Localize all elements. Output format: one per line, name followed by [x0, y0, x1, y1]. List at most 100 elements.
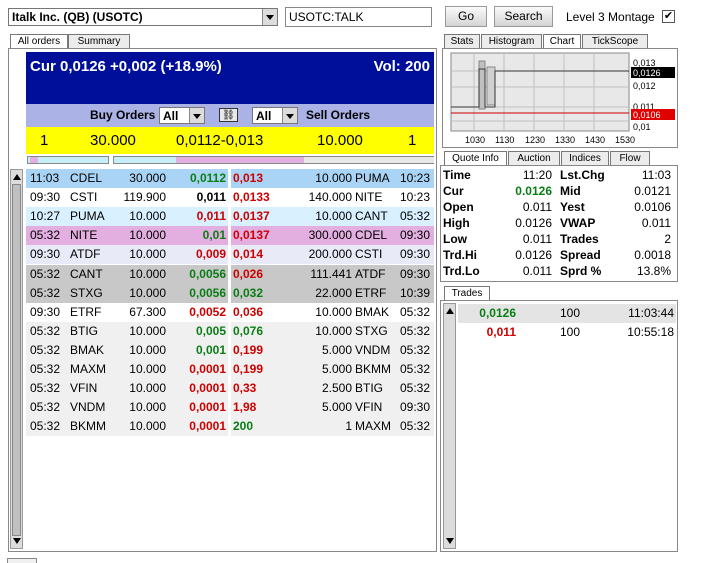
chevron-down-icon[interactable] [262, 9, 277, 25]
trade-row[interactable]: 0,0126 100 11:03:44 [458, 304, 676, 323]
buy-order-row[interactable]: 09:30 ATDF 10.000 0,009 [26, 245, 228, 265]
sell-order-row[interactable]: 0,199 5.000 VNDM 05:32 [231, 340, 434, 360]
buy-order-row[interactable]: 05:32 VNDM 10.000 0,0001 [26, 398, 228, 418]
order-price: 0,0133 [233, 190, 270, 205]
order-time: 05:32 [399, 381, 430, 396]
sell-order-row[interactable]: 0,33 2.500 BTIG 05:32 [231, 379, 434, 399]
quote-label: Low [443, 232, 467, 246]
tab-tickscope[interactable]: TickScope [582, 34, 648, 48]
order-time: 11:03 [30, 171, 60, 185]
tab-stats[interactable]: Stats [444, 34, 480, 48]
sell-order-row[interactable]: 0,026 111.441 ATDF 09:30 [231, 264, 434, 284]
y-tick: 0,01 [633, 122, 651, 132]
sell-count: 1 [408, 132, 417, 149]
buy-filter-select[interactable]: All [159, 107, 205, 124]
buy-count: 1 [40, 132, 49, 149]
y-tick-yesterday: 0,0106 [633, 110, 661, 120]
tab-histogram[interactable]: Histogram [481, 34, 542, 48]
buy-order-row[interactable]: 09:30 CSTI 119.900 0,011 [26, 188, 228, 208]
trades-scrollbar[interactable] [443, 303, 456, 549]
sell-order-row[interactable]: 0,199 5.000 BKMM 05:32 [231, 360, 434, 379]
tab-summary[interactable]: Summary [68, 34, 130, 48]
sell-order-row[interactable]: 0,0137 300.000 CDEL 09:30 [231, 226, 434, 246]
buy-order-row[interactable]: 05:32 NITE 10.000 0,01 [26, 226, 228, 246]
order-time: 05:32 [30, 381, 61, 396]
sell-order-row[interactable]: 0,013 10.000 PUMA 10:23 [231, 169, 434, 188]
sell-order-row[interactable]: 0,076 10.000 STXG 05:32 [231, 321, 434, 341]
tab-quote-info[interactable]: Quote Info [444, 151, 507, 165]
quote-value: 0.0018 [634, 248, 671, 262]
order-size: 10.000 [129, 419, 166, 434]
tab-chart[interactable]: Chart [543, 34, 581, 48]
chevron-down-icon[interactable] [189, 108, 204, 123]
go-button[interactable]: Go [445, 6, 487, 27]
quote-value: 11:03 [641, 168, 671, 182]
buy-order-row[interactable]: 05:32 VFIN 10.000 0,0001 [26, 379, 228, 399]
order-price: 200 [233, 419, 254, 434]
order-price: 0,01 [202, 228, 226, 243]
x-tick: 1330 [555, 135, 575, 145]
quote-label: VWAP [560, 216, 596, 230]
buy-order-row[interactable]: 05:32 CANT 10.000 0,0056 [26, 264, 228, 284]
order-time: 05:32 [399, 209, 430, 224]
level3-checkbox[interactable]: ✔ [662, 10, 675, 23]
trade-size: 100 [559, 306, 580, 320]
trade-row[interactable]: 0,011 100 10:55:18 [458, 323, 676, 342]
quote-label: Cur [443, 184, 464, 198]
buy-order-row[interactable]: 05:32 BTIG 10.000 0,005 [26, 321, 228, 341]
quote-value: 0.0126 [515, 184, 552, 198]
symbol-input[interactable]: USOTC:TALK [285, 7, 432, 27]
sell-order-row[interactable]: 0,036 10.000 BMAK 05:32 [231, 302, 434, 322]
buy-order-row[interactable]: 11:03 CDEL 30.000 0,0112 [26, 169, 228, 188]
sell-order-row[interactable]: 0,0133 140.000 NITE 10:23 [231, 188, 434, 208]
order-time: 05:32 [30, 419, 61, 434]
sell-filter-select[interactable]: All [252, 107, 298, 124]
market-maker: VNDM [355, 342, 391, 357]
quote-info-row: High 0.0126 VWAP 0.011 [442, 215, 676, 231]
tab-auction[interactable]: Auction [508, 151, 560, 165]
quote-info-row: Trd.Lo 0.011 Sprd % 13.8% [442, 263, 676, 279]
tab-indices[interactable]: Indices [561, 151, 609, 165]
buy-order-row[interactable]: 05:32 BKMM 10.000 0,0001 [26, 417, 228, 437]
sell-order-row[interactable]: 1,98 5.000 VFIN 09:30 [231, 398, 434, 418]
order-size: 10.000 [129, 209, 166, 224]
chevron-down-icon[interactable] [282, 108, 297, 123]
buy-order-row[interactable]: 09:30 ETRF 67.300 0,0052 [26, 302, 228, 322]
order-size: 140.000 [308, 190, 352, 205]
tab-all-orders[interactable]: All orders [10, 34, 68, 48]
market-maker: MAXM [70, 362, 106, 376]
market-maker: BTIG [70, 323, 99, 338]
quote-label: Trades [560, 232, 599, 246]
buy-order-row[interactable]: 05:32 MAXM 10.000 0,0001 [26, 360, 228, 379]
sell-order-row[interactable]: 0,014 200.000 CSTI 09:30 [231, 245, 434, 265]
order-time: 09:30 [399, 400, 430, 415]
order-price: 0,011 [196, 209, 226, 224]
sell-order-row[interactable]: 200 1 MAXM 05:32 [231, 417, 434, 437]
order-price: 0,0001 [189, 419, 226, 434]
current-price-label: Cur 0,0126 +0,002 (+18.9%) [30, 58, 222, 75]
order-size: 67.300 [129, 304, 166, 319]
order-time: 10:27 [30, 209, 61, 224]
sell-order-row[interactable]: 0,032 22.000 ETRF 10:39 [231, 283, 434, 303]
market-maker: NITE [355, 190, 383, 205]
trade-size: 100 [559, 325, 580, 339]
buy-order-row[interactable]: 05:32 BMAK 10.000 0,001 [26, 340, 228, 360]
link-icon[interactable]: ⛓ [219, 108, 238, 122]
order-price: 0,011 [196, 190, 226, 205]
tab-trades[interactable]: Trades [444, 286, 490, 300]
buy-order-row[interactable]: 10:27 PUMA 10.000 0,011 [26, 207, 228, 227]
sell-order-row[interactable]: 0,0137 10.000 CANT 05:32 [231, 207, 434, 227]
scroll-thumb[interactable] [12, 184, 21, 536]
order-price: 0,0137 [233, 209, 270, 224]
quote-value: 0.011 [522, 232, 552, 246]
search-button[interactable]: Search [494, 6, 553, 27]
orders-scrollbar[interactable] [10, 169, 23, 549]
tab-flow[interactable]: Flow [610, 151, 650, 165]
x-tick: 1130 [495, 135, 514, 145]
market-maker: PUMA [70, 209, 105, 224]
order-size: 10.000 [315, 209, 352, 224]
order-size: 200.000 [308, 247, 352, 262]
symbol-select[interactable]: Italk Inc. (QB) (USOTC) [8, 8, 278, 26]
order-price: 1,98 [233, 400, 257, 415]
buy-order-row[interactable]: 05:32 STXG 10.000 0,0056 [26, 283, 228, 303]
